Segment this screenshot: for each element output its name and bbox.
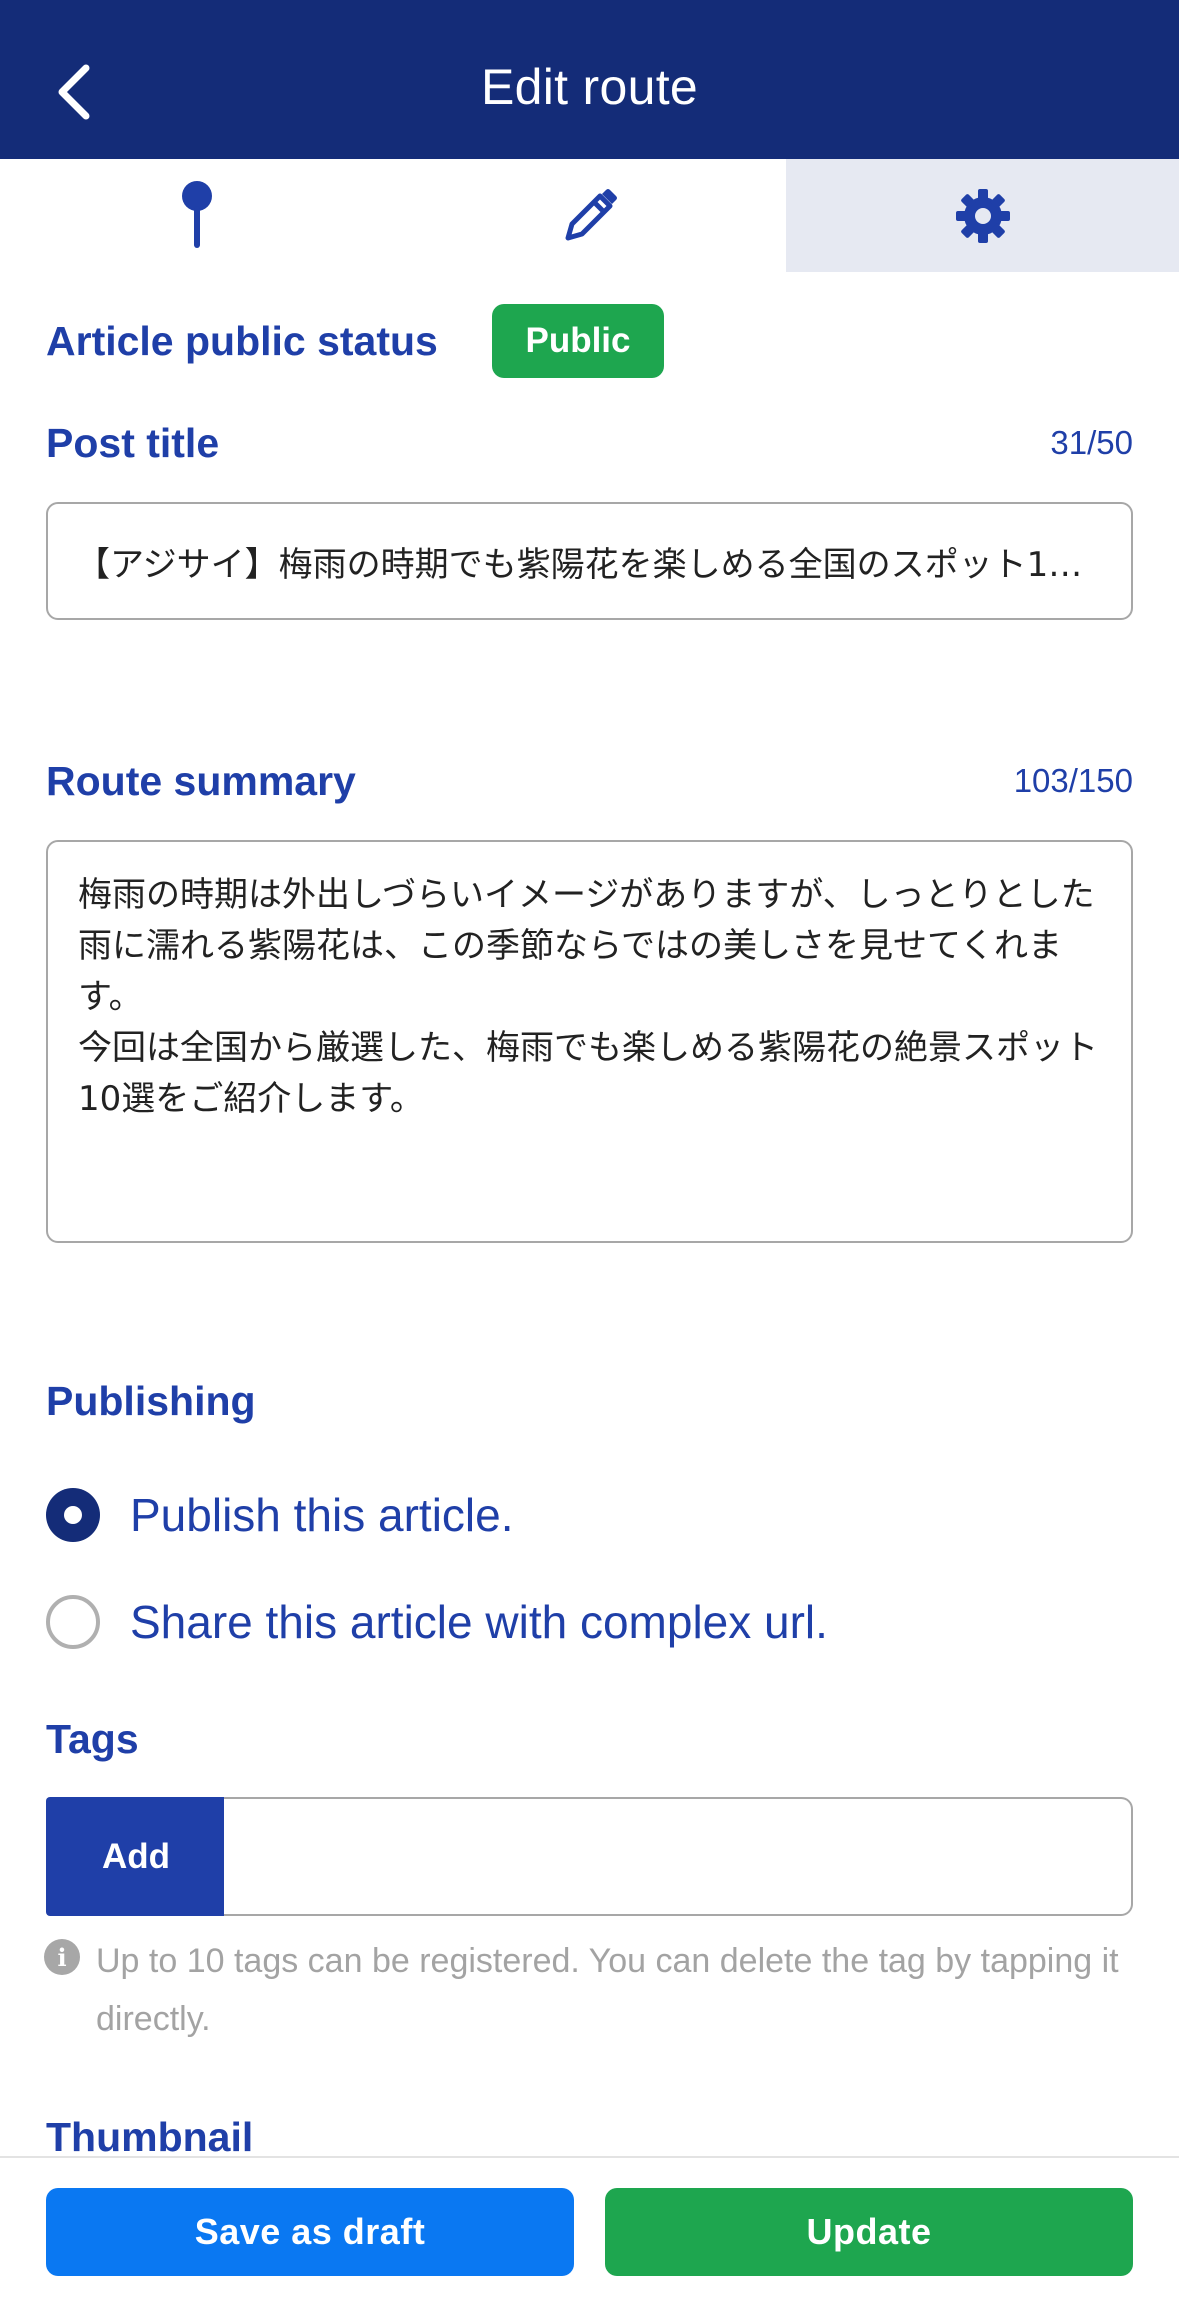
tag-input[interactable] [224,1797,1133,1916]
route-summary-counter: 103/150 [1013,762,1133,799]
route-summary-label: Route summary [46,758,356,804]
save-draft-button[interactable]: Save as draft [46,2188,574,2276]
info-icon: i [44,1939,80,1975]
pencil-icon [565,188,617,240]
post-title-value: 【アジサイ】梅雨の時期でも紫陽花を楽しめる全国のスポット10選 [76,544,1103,585]
share-url-option[interactable]: Share this article with complex url. [46,1595,828,1649]
tab-route-points[interactable] [0,159,393,272]
post-title-counter: 31/50 [1050,424,1133,461]
route-summary-textarea[interactable]: 梅雨の時期は外出しづらいイメージがありますが、しっとりとした雨に濡れる紫陽花は、… [46,840,1133,1243]
tab-settings[interactable] [786,159,1179,272]
pin-icon [181,180,212,248]
tab-edit-article[interactable] [393,159,786,272]
action-footer: Save as draft Update [0,2156,1179,2304]
page-title: Edit route [480,59,698,115]
publish-option[interactable]: Publish this article. [46,1488,514,1542]
post-title-label: Post title [46,420,220,466]
add-tag-button[interactable]: Add [46,1797,226,1916]
thumbnail-label: Thumbnail [46,2114,254,2160]
tags-hint: Up to 10 tags can be registered. You can… [96,1942,1119,2038]
publish-option-label: Publish this article. [130,1489,514,1541]
post-title-input[interactable]: 【アジサイ】梅雨の時期でも紫陽花を楽しめる全国のスポット10選 [46,502,1133,620]
public-status-label: Article public status [46,318,438,364]
share-url-option-label: Share this article with complex url. [130,1596,828,1648]
app-header: Edit route [0,0,1179,159]
publishing-label: Publishing [46,1378,256,1424]
tab-bar [0,159,1179,272]
gear-icon [955,188,1010,243]
update-button[interactable]: Update [605,2188,1133,2276]
public-status-badge[interactable]: Public [492,304,664,378]
share-url-radio[interactable] [46,1595,100,1649]
tags-label: Tags [46,1716,139,1762]
publish-radio[interactable] [46,1488,100,1542]
